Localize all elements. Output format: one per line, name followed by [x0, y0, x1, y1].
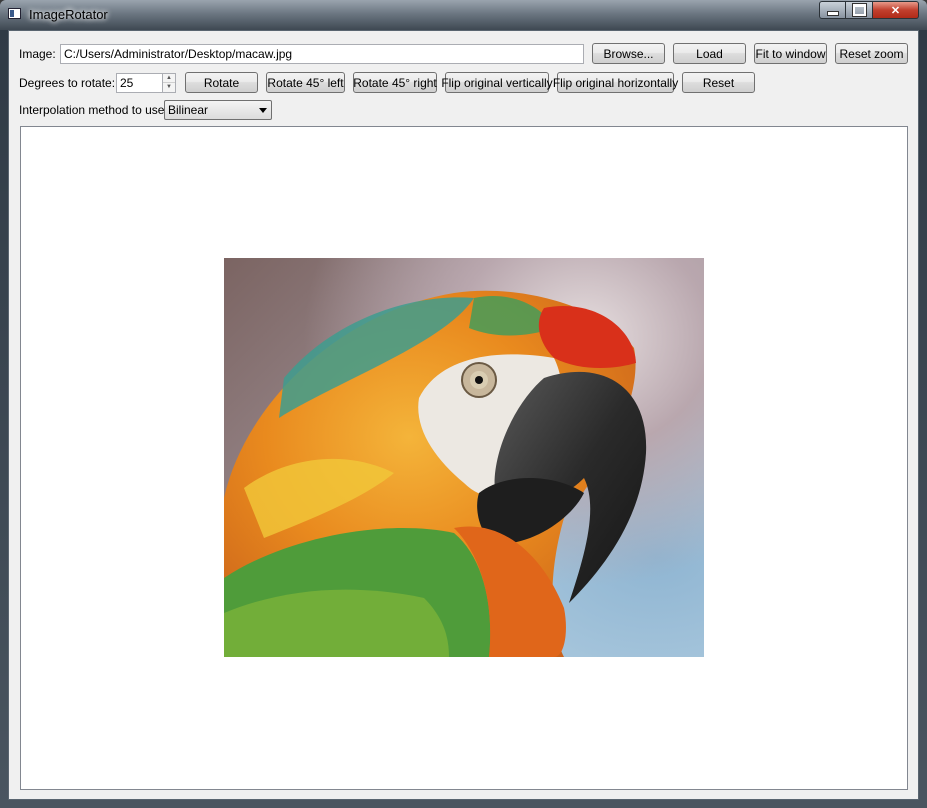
interpolation-selected: Bilinear	[168, 103, 209, 117]
window-title: ImageRotator	[29, 7, 108, 22]
close-icon: ✕	[890, 4, 901, 17]
image-canvas[interactable]	[20, 126, 908, 790]
load-button[interactable]: Load	[673, 43, 746, 64]
maximize-button[interactable]	[846, 1, 873, 19]
macaw-illustration	[224, 290, 647, 657]
image-row: Image: C:/Users/Administrator/Desktop/ma…	[19, 43, 908, 64]
rotate-row: Degrees to rotate: 25 ▲ ▼ Rotate Rotate …	[19, 72, 755, 93]
fit-to-window-button[interactable]: Fit to window	[754, 43, 827, 64]
reset-button[interactable]: Reset	[682, 72, 755, 93]
flip-horizontally-button[interactable]: Flip original horizontally	[553, 72, 678, 93]
flip-vertically-button[interactable]: Flip original vertically	[441, 72, 553, 93]
window-controls: ✕	[819, 1, 919, 20]
client-area: Image: C:/Users/Administrator/Desktop/ma…	[8, 30, 919, 800]
rotate-45-left-button[interactable]: Rotate 45° left	[266, 72, 345, 93]
spin-arrows[interactable]: ▲ ▼	[162, 72, 176, 93]
degrees-label: Degrees to rotate:	[19, 75, 116, 90]
maximize-icon	[851, 3, 867, 17]
reset-zoom-button[interactable]: Reset zoom	[835, 43, 908, 64]
rotate-button[interactable]: Rotate	[185, 72, 258, 93]
app-window: ImageRotator ✕ Image: C:/Users/Administr…	[0, 0, 927, 808]
image-label: Image:	[19, 46, 56, 61]
interpolation-label: Interpolation method to use:	[19, 103, 168, 117]
spin-up-icon[interactable]: ▲	[163, 74, 175, 83]
browse-button[interactable]: Browse...	[592, 43, 665, 64]
interpolation-row: Interpolation method to use: Bilinear	[19, 100, 272, 120]
interpolation-select[interactable]: Bilinear	[164, 100, 272, 120]
image-path-input[interactable]: C:/Users/Administrator/Desktop/macaw.jpg	[60, 43, 584, 64]
degrees-input[interactable]: 25	[116, 72, 162, 93]
macaw-image	[224, 258, 704, 657]
rotate-45-right-button[interactable]: Rotate 45° right	[353, 72, 437, 93]
chevron-down-icon	[259, 107, 267, 113]
app-icon	[8, 8, 21, 19]
close-button[interactable]: ✕	[873, 1, 919, 19]
minimize-button[interactable]	[819, 1, 846, 19]
spin-down-icon[interactable]: ▼	[163, 82, 175, 92]
degrees-spinbox[interactable]: 25 ▲ ▼	[116, 72, 176, 93]
minimize-icon	[826, 10, 839, 16]
title-bar[interactable]: ImageRotator ✕	[0, 0, 927, 30]
